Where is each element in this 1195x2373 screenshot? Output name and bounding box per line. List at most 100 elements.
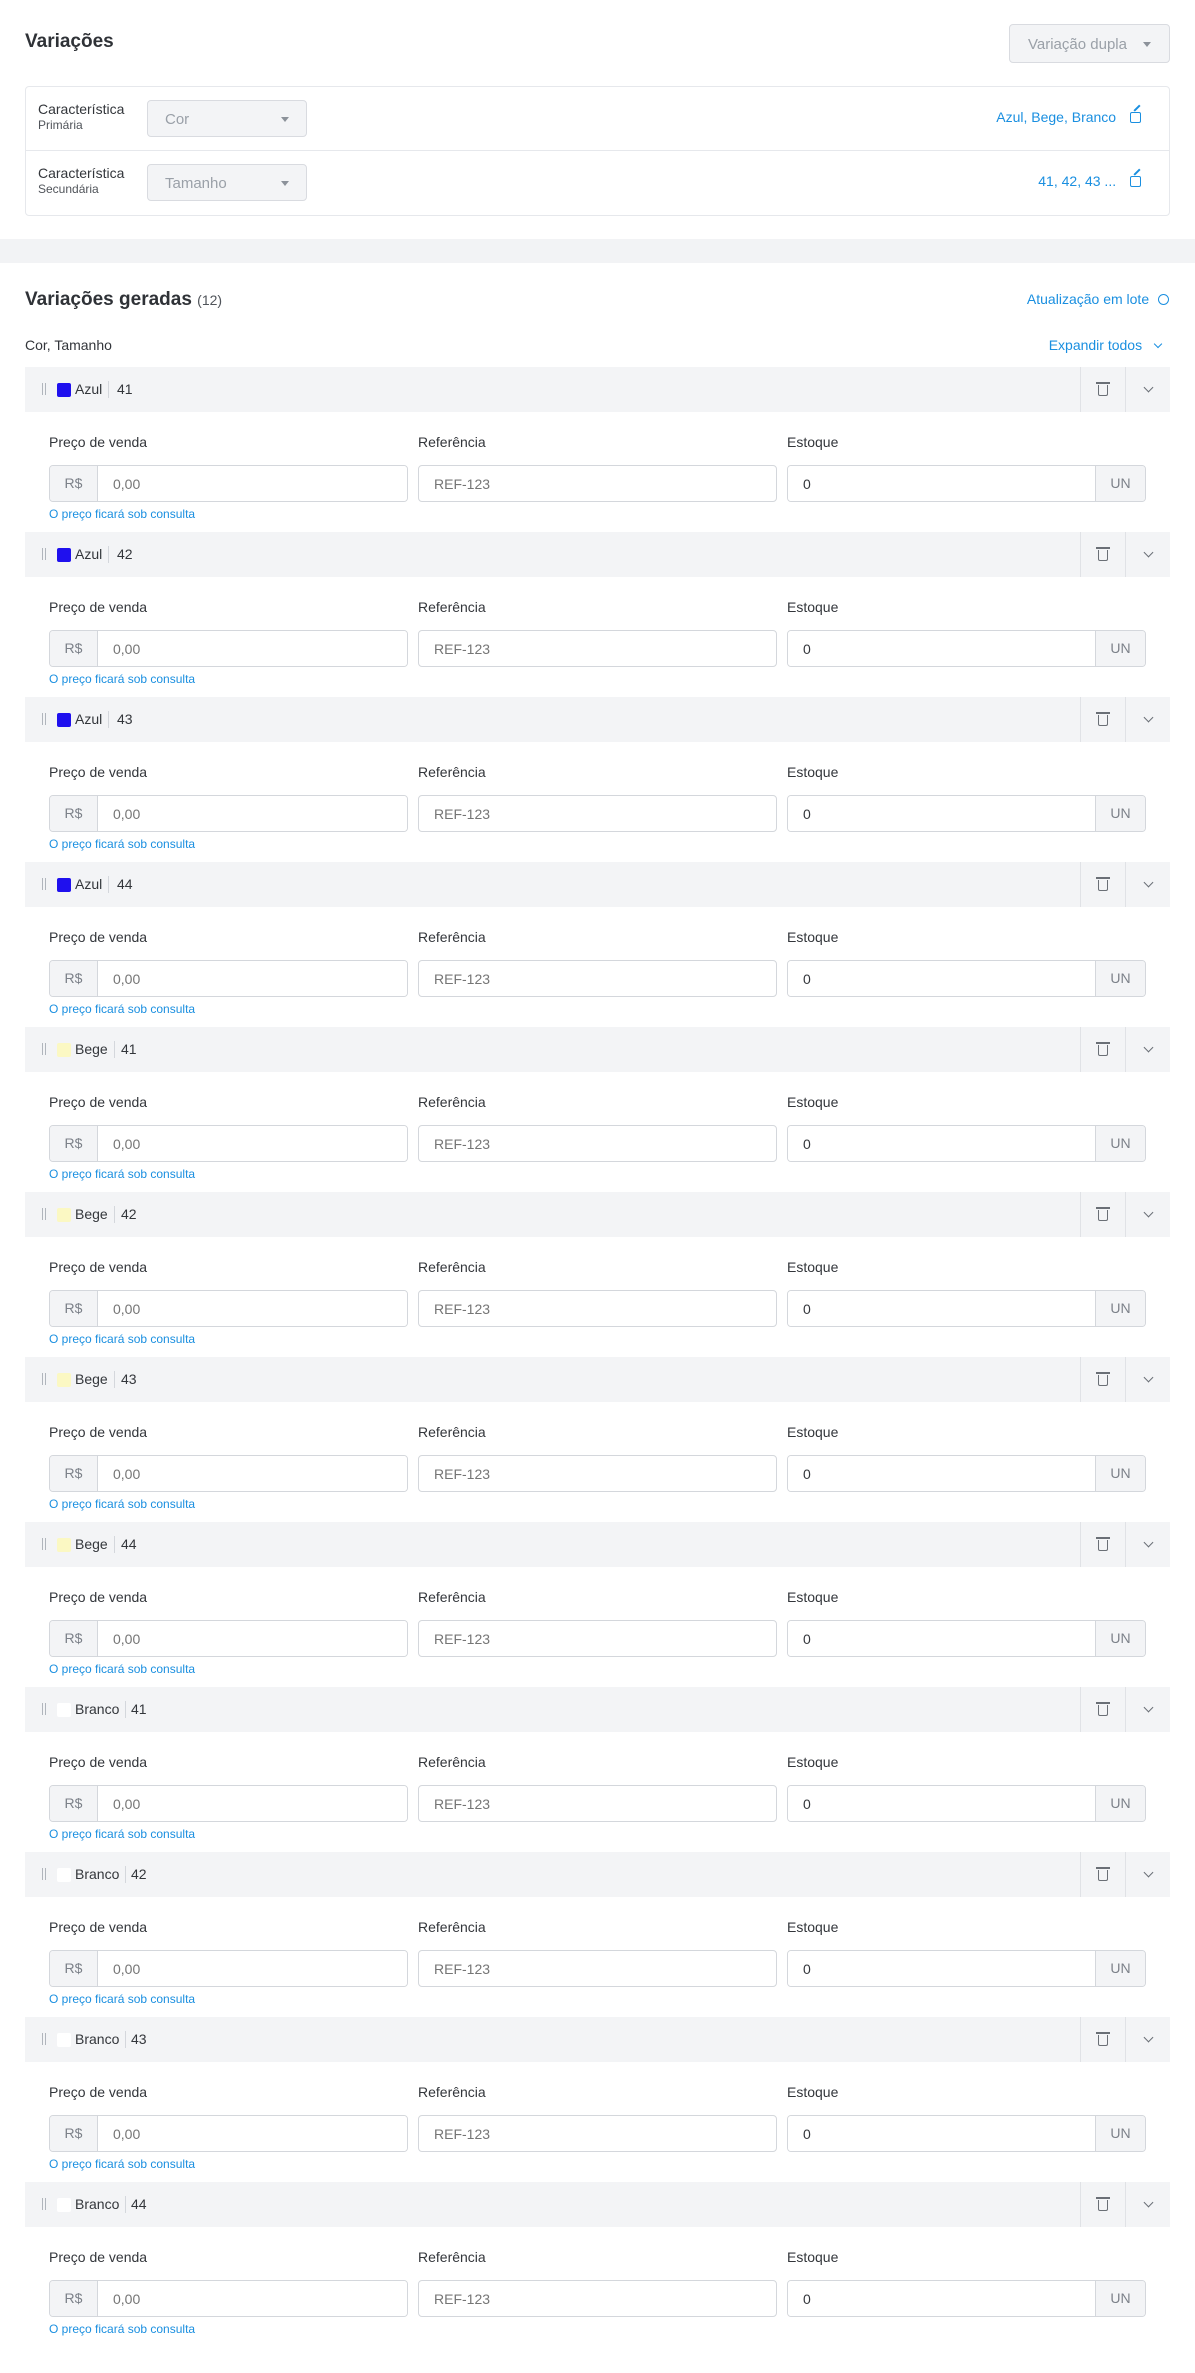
drag-handle-icon[interactable] <box>42 713 46 725</box>
stock-input[interactable] <box>788 466 1095 501</box>
delete-variation-button[interactable] <box>1080 1687 1125 1732</box>
consult-price-link[interactable]: O preço ficará sob consulta <box>49 2157 195 2171</box>
consult-price-link[interactable]: O preço ficará sob consulta <box>49 1662 195 1676</box>
reference-input[interactable] <box>418 1620 777 1657</box>
drag-handle-icon[interactable] <box>42 2198 46 2210</box>
consult-price-link[interactable]: O preço ficará sob consulta <box>49 1497 195 1511</box>
variation-header[interactable]: Azul 42 <box>25 532 1170 577</box>
toggle-variation-button[interactable] <box>1125 1357 1170 1402</box>
reference-input[interactable] <box>418 630 777 667</box>
price-input[interactable] <box>98 796 407 831</box>
variation-header[interactable]: Azul 44 <box>25 862 1170 907</box>
variation-header[interactable]: Azul 41 <box>25 367 1170 412</box>
stock-input[interactable] <box>788 1126 1095 1161</box>
delete-variation-button[interactable] <box>1080 367 1125 412</box>
stock-input[interactable] <box>788 1786 1095 1821</box>
price-input[interactable] <box>98 631 407 666</box>
toggle-variation-button[interactable] <box>1125 862 1170 907</box>
price-input[interactable] <box>98 1621 407 1656</box>
toggle-variation-button[interactable] <box>1125 1027 1170 1072</box>
delete-variation-button[interactable] <box>1080 1357 1125 1402</box>
consult-price-link[interactable]: O preço ficará sob consulta <box>49 2322 195 2336</box>
toggle-variation-button[interactable] <box>1125 2017 1170 2062</box>
stock-input[interactable] <box>788 631 1095 666</box>
toggle-variation-button[interactable] <box>1125 1522 1170 1567</box>
variation-header[interactable]: Bege 43 <box>25 1357 1170 1402</box>
reference-input[interactable] <box>418 2280 777 2317</box>
reference-input[interactable] <box>418 1950 777 1987</box>
toggle-variation-button[interactable] <box>1125 1192 1170 1237</box>
consult-price-link[interactable]: O preço ficará sob consulta <box>49 672 195 686</box>
price-input[interactable] <box>98 1291 407 1326</box>
price-input[interactable] <box>98 2281 407 2316</box>
stock-input[interactable] <box>788 1621 1095 1656</box>
price-input[interactable] <box>98 466 407 501</box>
consult-price-link[interactable]: O preço ficará sob consulta <box>49 507 195 521</box>
drag-handle-icon[interactable] <box>42 548 46 560</box>
edit-icon[interactable] <box>1130 112 1141 123</box>
delete-variation-button[interactable] <box>1080 862 1125 907</box>
delete-variation-button[interactable] <box>1080 1522 1125 1567</box>
variation-header[interactable]: Branco 43 <box>25 2017 1170 2062</box>
stock-input[interactable] <box>788 2281 1095 2316</box>
variation-header[interactable]: Bege 42 <box>25 1192 1170 1237</box>
consult-price-link[interactable]: O preço ficará sob consulta <box>49 1332 195 1346</box>
toggle-variation-button[interactable] <box>1125 367 1170 412</box>
reference-input[interactable] <box>418 795 777 832</box>
edit-icon[interactable] <box>1130 176 1141 187</box>
drag-handle-icon[interactable] <box>42 1208 46 1220</box>
consult-price-link[interactable]: O preço ficará sob consulta <box>49 1827 195 1841</box>
toggle-variation-button[interactable] <box>1125 697 1170 742</box>
price-input[interactable] <box>98 1951 407 1986</box>
consult-price-link[interactable]: O preço ficará sob consulta <box>49 1167 195 1181</box>
variation-mode-select[interactable]: Variação dupla <box>1009 24 1170 63</box>
primary-characteristic-select[interactable]: Cor <box>147 100 307 137</box>
reference-input[interactable] <box>418 1785 777 1822</box>
drag-handle-icon[interactable] <box>42 1043 46 1055</box>
delete-variation-button[interactable] <box>1080 1852 1125 1897</box>
price-input[interactable] <box>98 1126 407 1161</box>
price-input[interactable] <box>98 1456 407 1491</box>
delete-variation-button[interactable] <box>1080 1027 1125 1072</box>
reference-input[interactable] <box>418 960 777 997</box>
consult-price-link[interactable]: O preço ficará sob consulta <box>49 837 195 851</box>
drag-handle-icon[interactable] <box>42 1538 46 1550</box>
reference-input[interactable] <box>418 2115 777 2152</box>
variation-header[interactable]: Bege 44 <box>25 1522 1170 1567</box>
variation-header[interactable]: Branco 41 <box>25 1687 1170 1732</box>
delete-variation-button[interactable] <box>1080 532 1125 577</box>
consult-price-link[interactable]: O preço ficará sob consulta <box>49 1992 195 2006</box>
drag-handle-icon[interactable] <box>42 2033 46 2045</box>
reference-input[interactable] <box>418 465 777 502</box>
expand-all-link[interactable]: Expandir todos <box>1049 337 1163 353</box>
variation-header[interactable]: Azul 43 <box>25 697 1170 742</box>
drag-handle-icon[interactable] <box>42 878 46 890</box>
variation-header[interactable]: Bege 41 <box>25 1027 1170 1072</box>
stock-input[interactable] <box>788 796 1095 831</box>
drag-handle-icon[interactable] <box>42 383 46 395</box>
variation-header[interactable]: Branco 42 <box>25 1852 1170 1897</box>
stock-input[interactable] <box>788 2116 1095 2151</box>
delete-variation-button[interactable] <box>1080 2182 1125 2227</box>
stock-input[interactable] <box>788 1456 1095 1491</box>
toggle-variation-button[interactable] <box>1125 1852 1170 1897</box>
price-input[interactable] <box>98 1786 407 1821</box>
delete-variation-button[interactable] <box>1080 1192 1125 1237</box>
reference-input[interactable] <box>418 1290 777 1327</box>
toggle-variation-button[interactable] <box>1125 2182 1170 2227</box>
delete-variation-button[interactable] <box>1080 2017 1125 2062</box>
price-input[interactable] <box>98 961 407 996</box>
variation-header[interactable]: Branco 44 <box>25 2182 1170 2227</box>
reference-input[interactable] <box>418 1455 777 1492</box>
batch-update-link[interactable]: Atualização em lote <box>1027 291 1169 307</box>
secondary-characteristic-select[interactable]: Tamanho <box>147 164 307 201</box>
secondary-values-link[interactable]: 41, 42, 43 ... <box>1038 173 1141 189</box>
toggle-variation-button[interactable] <box>1125 1687 1170 1732</box>
delete-variation-button[interactable] <box>1080 697 1125 742</box>
toggle-variation-button[interactable] <box>1125 532 1170 577</box>
reference-input[interactable] <box>418 1125 777 1162</box>
drag-handle-icon[interactable] <box>42 1703 46 1715</box>
stock-input[interactable] <box>788 1951 1095 1986</box>
stock-input[interactable] <box>788 961 1095 996</box>
drag-handle-icon[interactable] <box>42 1373 46 1385</box>
